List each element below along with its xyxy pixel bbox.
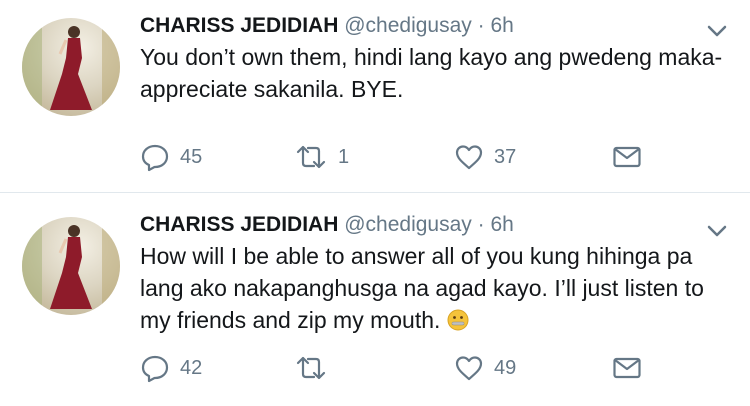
display-name[interactable]: CHARISS JEDIDIAH xyxy=(140,14,338,37)
reply-button[interactable]: 42 xyxy=(140,353,202,383)
direct-message-icon xyxy=(613,146,641,168)
separator: · xyxy=(477,14,485,37)
tweet-actions: 45 1 37 xyxy=(140,142,740,172)
reply-button[interactable]: 45 xyxy=(140,142,202,172)
like-icon xyxy=(455,356,483,381)
direct-message-button[interactable] xyxy=(612,353,642,383)
retweet-icon xyxy=(296,356,326,380)
retweet-count: 1 xyxy=(338,145,350,168)
retweet-button[interactable]: 1 xyxy=(294,142,349,172)
like-count: 37 xyxy=(494,145,517,168)
tweet-header: CHARISS JEDIDIAH @chedigusay · 6h xyxy=(140,213,514,237)
display-name[interactable]: CHARISS JEDIDIAH xyxy=(140,213,338,236)
direct-message-button[interactable] xyxy=(612,142,642,172)
retweet-button[interactable] xyxy=(294,353,338,383)
tweet[interactable]: CHARISS JEDIDIAH @chedigusay · 6h How wi… xyxy=(0,193,750,406)
username[interactable]: @chedigusay xyxy=(344,213,472,236)
tweet-header: CHARISS JEDIDIAH @chedigusay · 6h xyxy=(140,14,514,38)
timestamp[interactable]: 6h xyxy=(490,213,513,236)
zipper-mouth-face-emoji xyxy=(447,307,469,331)
tweet-actions: 42 49 xyxy=(140,353,740,383)
chevron-down-icon[interactable] xyxy=(706,24,728,38)
reply-count: 45 xyxy=(180,145,203,168)
retweet-icon xyxy=(296,145,326,169)
like-icon xyxy=(455,145,483,170)
like-button[interactable]: 37 xyxy=(454,142,516,172)
username[interactable]: @chedigusay xyxy=(344,14,472,37)
tweet-text: How will I be able to answer all of you … xyxy=(140,240,730,336)
timestamp[interactable]: 6h xyxy=(490,14,513,37)
like-button[interactable]: 49 xyxy=(454,353,516,383)
tweet[interactable]: CHARISS JEDIDIAH @chedigusay · 6h You do… xyxy=(0,0,750,192)
reply-icon xyxy=(141,144,169,172)
reply-icon xyxy=(141,355,169,383)
reply-count: 42 xyxy=(180,356,203,379)
direct-message-icon xyxy=(613,357,641,379)
chevron-down-icon[interactable] xyxy=(706,224,728,238)
avatar[interactable] xyxy=(22,217,120,315)
avatar[interactable] xyxy=(22,18,120,116)
tweet-text: You don’t own them, hindi lang kayo ang … xyxy=(140,44,723,102)
tweet-text-body: How will I be able to answer all of you … xyxy=(140,243,704,333)
like-count: 49 xyxy=(494,356,517,379)
separator: · xyxy=(477,213,485,236)
